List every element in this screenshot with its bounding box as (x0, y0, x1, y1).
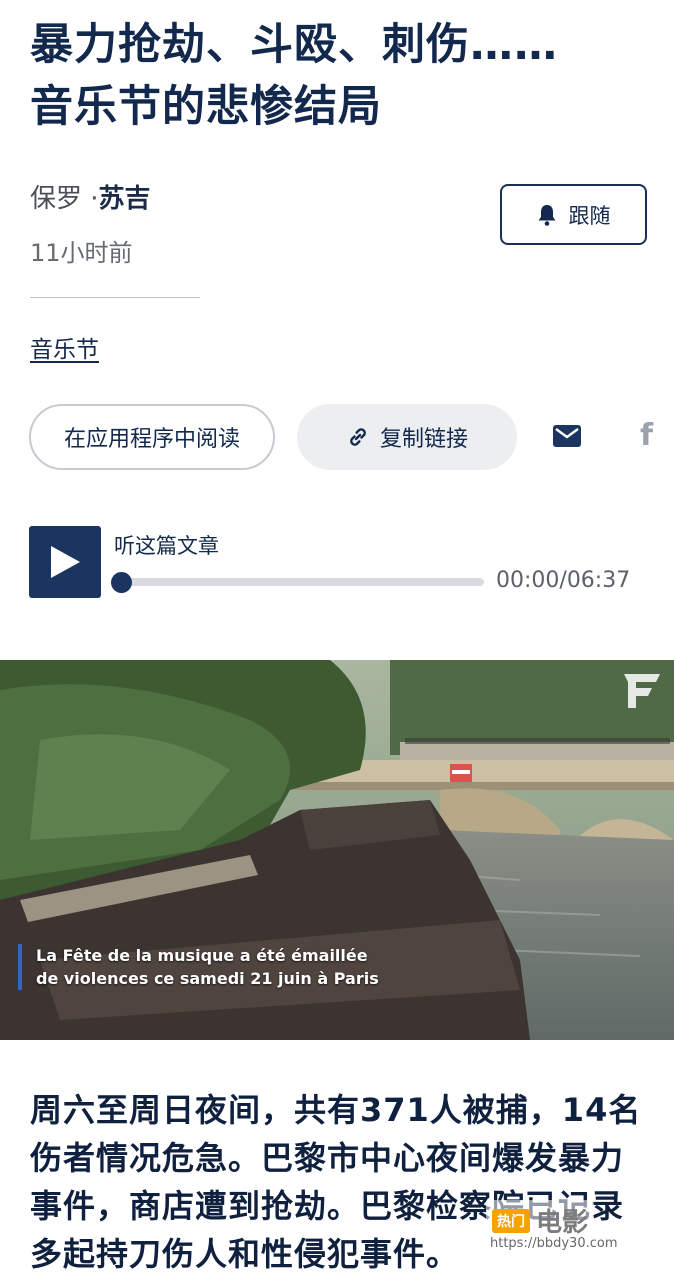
bell-icon (538, 204, 555, 226)
article-photo: La Fête de la musique a été émaillée de … (0, 660, 674, 1040)
author-byline: 保罗 ·苏吉 (30, 178, 151, 215)
lefigaro-logo (624, 674, 660, 708)
author-prefix: 保罗 · (30, 184, 99, 214)
copy-link-button[interactable]: 复制链接 (297, 404, 517, 470)
photo-caption-line1: La Fête de la musique a été émaillée (36, 946, 368, 965)
follow-label: 跟随 (568, 203, 611, 228)
watermark-badge: 热门 (492, 1208, 530, 1233)
photo-caption: La Fête de la musique a été émaillée de … (18, 944, 379, 990)
link-icon (350, 428, 366, 446)
listen-label: 听这篇文章 (114, 534, 219, 558)
publish-time: 11小时前 (30, 239, 133, 267)
watermark-url: https://bbdy30.com (486, 1236, 622, 1251)
copy-link-label: 复制链接 (379, 427, 468, 452)
watermark-text: 电影 (536, 1208, 589, 1238)
article-title-line2: 音乐节的悲惨结局 (30, 82, 382, 132)
follow-button[interactable]: 跟随 (500, 184, 647, 245)
read-in-app-label: 在应用程序中阅读 (63, 427, 240, 452)
author-name[interactable]: 苏吉 (99, 184, 151, 214)
article-title: 暴力抢劫、斗殴、刺伤…… 音乐节的悲惨结局 (30, 14, 650, 138)
site-watermark: 热门 电影 (486, 1200, 595, 1241)
audio-duration: 00:00/06:37 (496, 568, 631, 593)
read-in-app-button[interactable]: 在应用程序中阅读 (29, 404, 275, 470)
topic-tag[interactable]: 音乐节 (30, 330, 99, 364)
article-title-line1: 暴力抢劫、斗殴、刺伤…… (30, 20, 558, 70)
mail-icon[interactable] (553, 425, 581, 447)
photo-caption-line2: de violences ce samedi 21 juin à Paris (36, 969, 379, 988)
divider (30, 297, 200, 298)
audio-progress-knob[interactable] (111, 572, 132, 593)
play-button[interactable] (29, 526, 101, 598)
play-icon (51, 546, 80, 578)
audio-progress-track[interactable] (120, 578, 484, 586)
facebook-icon[interactable]: f (640, 418, 653, 453)
